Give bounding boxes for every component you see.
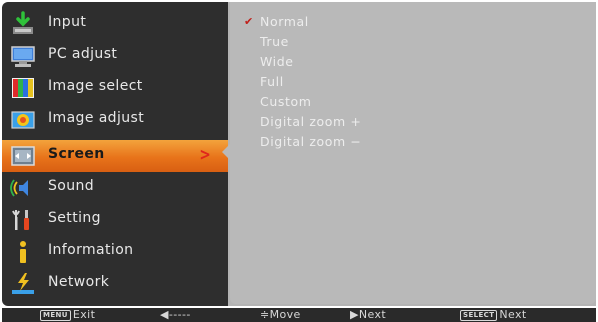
pc-adjust-icon [10,43,36,69]
selected-arrow-icon: > [199,145,211,165]
sound-icon [10,175,36,201]
option-wide[interactable]: Wide [260,54,294,69]
menu-item-label: Sound [48,178,95,194]
menu-key-icon: MENU [40,310,71,321]
information-icon [10,239,36,265]
option-digital-zoom-minus[interactable]: Digital zoom − [260,134,361,149]
exit-label: Exit [72,308,96,321]
menu-item-information[interactable]: Information [2,236,230,268]
check-mark-icon: ✔ [244,15,254,28]
image-adjust-icon [10,107,36,133]
screen-options-panel: ✔ Normal True Wide Full Custom Digital z… [222,2,596,306]
next-hint: ▶Next [350,308,387,321]
menu-item-input[interactable]: Input [2,8,230,40]
menu-item-label: Image select [48,78,143,94]
option-digital-zoom-plus[interactable]: Digital zoom + [260,114,361,129]
footer-hint-bar: MENU Exit ◀----- ≑Move ▶Next SELECT Next [2,308,596,322]
main-menu-panel: Input PC adjust Image select Image adjus… [2,2,230,306]
select-next-hint: SELECT Next [460,308,527,322]
exit-hint: MENU Exit [40,308,95,322]
menu-item-image-select[interactable]: Image select [2,72,230,104]
image-select-icon [10,75,36,101]
menu-item-label: Input [48,14,87,30]
panel-pointer [222,142,232,162]
input-icon [10,11,36,37]
menu-item-network[interactable]: Network [2,268,230,300]
menu-item-screen[interactable]: Screen > [2,140,230,172]
options-list: ✔ Normal True Wide Full Custom Digital z… [222,2,596,304]
menu-item-label: PC adjust [48,46,118,62]
menu-item-label: Image adjust [48,110,145,126]
back-hint: ◀----- [160,308,191,321]
option-normal[interactable]: Normal [260,14,309,29]
screen-icon [10,143,36,169]
move-hint: ≑Move [260,308,301,321]
menu-item-label: Network [48,274,110,290]
option-custom[interactable]: Custom [260,94,312,109]
projector-osd-menu: Input PC adjust Image select Image adjus… [0,0,598,322]
select-key-icon: SELECT [460,310,498,321]
menu-item-label: Setting [48,210,101,226]
menu-item-setting[interactable]: Setting [2,204,230,236]
option-full[interactable]: Full [260,74,284,89]
menu-item-label: Information [48,242,134,258]
option-true[interactable]: True [260,34,289,49]
setting-icon [10,207,36,233]
menu-item-image-adjust[interactable]: Image adjust [2,104,230,136]
menu-item-sound[interactable]: Sound [2,172,230,204]
select-next-label: Next [499,308,527,321]
menu-item-pc-adjust[interactable]: PC adjust [2,40,230,72]
network-icon [10,271,36,297]
menu-item-label: Screen [48,146,105,162]
